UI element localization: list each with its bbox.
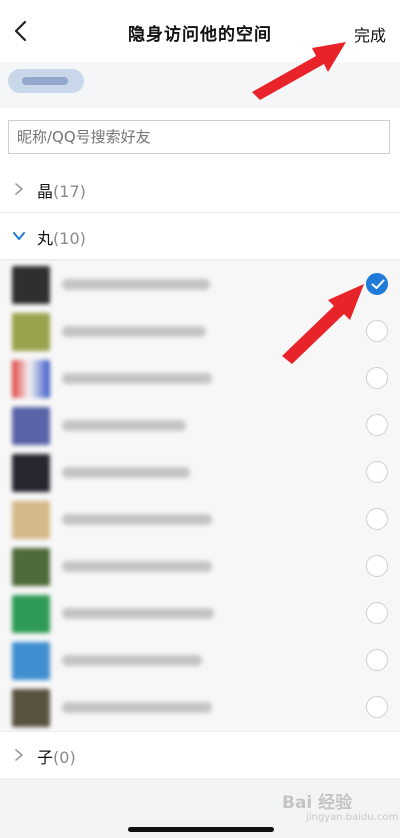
avatar [12,454,50,492]
select-radio[interactable] [366,508,388,530]
select-radio[interactable] [366,367,388,389]
avatar [12,689,50,727]
selected-friend-chip[interactable] [8,69,84,93]
search-bar [0,108,400,167]
chevron-right-icon [15,183,23,195]
avatar [12,407,50,445]
avatar [12,501,50,539]
avatar [12,642,50,680]
group-name: 丸 [37,229,54,248]
home-indicator [128,827,274,832]
group-name: 晶 [37,182,54,201]
friend-name [62,514,212,525]
friend-name [62,373,212,384]
group-name: 子 [37,748,54,767]
checkmark-icon [371,279,385,289]
chevron-right-icon [15,749,23,761]
friend-name [62,655,202,666]
friend-name [62,702,212,713]
friend-name [62,467,190,478]
watermark-url: jingyan.baidu.com [306,812,399,823]
avatar [12,313,50,351]
search-input[interactable] [8,120,390,154]
friend-name [62,279,210,290]
friend-row[interactable] [0,402,400,449]
select-radio[interactable] [366,602,388,624]
friend-row[interactable] [0,543,400,590]
select-radio[interactable] [366,414,388,436]
annotation-arrow-icon [252,42,346,100]
friend-name [62,420,186,431]
chevron-down-icon [13,232,25,240]
group-count: (0) [53,748,76,767]
select-radio[interactable] [366,555,388,577]
select-radio[interactable] [366,696,388,718]
group-row[interactable]: 丸(10) [0,213,400,260]
watermark: Bai 经验 [282,793,353,813]
select-radio[interactable] [366,649,388,671]
friend-name [62,561,212,572]
friend-name [62,326,206,337]
group-count: (17) [53,182,86,201]
friend-row[interactable] [0,590,400,637]
select-radio[interactable] [366,461,388,483]
avatar [12,266,50,304]
friend-row[interactable] [0,684,400,731]
avatar [12,548,50,586]
avatar [12,360,50,398]
group-count: (10) [53,229,86,248]
avatar [12,595,50,633]
group-row[interactable]: 子(0) [0,732,400,779]
friend-row[interactable] [0,449,400,496]
group-row[interactable]: 晶(17) [0,166,400,213]
friend-row[interactable] [0,496,400,543]
annotation-arrow-icon [282,284,364,364]
friend-row[interactable] [0,637,400,684]
done-button[interactable]: 完成 [354,22,386,46]
friend-name [62,608,214,619]
